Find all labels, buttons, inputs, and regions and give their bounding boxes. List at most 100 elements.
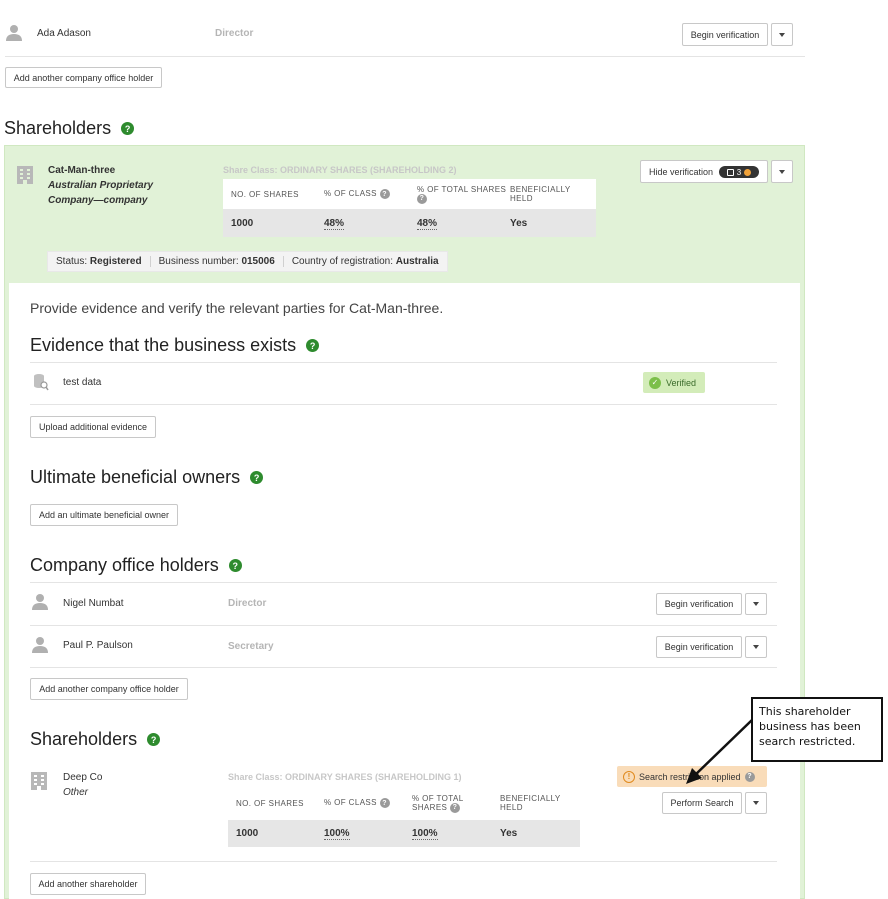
- annotation-line: search restricted.: [759, 735, 856, 748]
- share-class-label: Share Class: ORDINARY SHARES (SHAREHOLDI…: [228, 772, 462, 782]
- divider: [30, 582, 777, 583]
- ubo-heading: Ultimate beneficial owners ?: [30, 467, 264, 488]
- shares-table: NO. OF SHARES % OF CLASS ? % OF TOTAL SH…: [223, 179, 596, 237]
- status-item: Status: Registered: [48, 256, 151, 267]
- share-class-label: Share Class: ORDINARY SHARES (SHAREHOLDI…: [223, 165, 457, 175]
- hide-verification-button[interactable]: Hide verification 3: [640, 160, 768, 183]
- officer-role: Secretary: [228, 641, 274, 652]
- annotation-arrow: [686, 719, 753, 784]
- search-icon: [744, 168, 752, 176]
- cell-pct-of-class[interactable]: 100%: [324, 828, 350, 840]
- divider: [30, 861, 777, 862]
- add-office-holder-button[interactable]: Add another company office holder: [5, 67, 162, 88]
- cell-pct-of-total[interactable]: 48%: [417, 217, 438, 230]
- share-class-block: Share Class: ORDINARY SHARES (SHAREHOLDI…: [223, 165, 596, 237]
- shareholder-type-line2: Company—company: [48, 195, 148, 206]
- checklist-icon: [726, 168, 734, 176]
- cell-no-of-shares: 1000: [231, 217, 254, 229]
- office-holders-heading: Company office holders ?: [30, 555, 242, 576]
- annotation-line: This shareholder: [759, 705, 851, 718]
- begin-verification-button[interactable]: Begin verification: [656, 593, 742, 615]
- divider: [5, 56, 805, 57]
- col-pct-of-class: % OF CLASS ?: [324, 798, 412, 808]
- col-no-of-shares: NO. OF SHARES: [231, 189, 299, 199]
- person-icon: [6, 25, 22, 41]
- col-beneficially-held: BENEFICIALLY HELD: [500, 794, 561, 812]
- officer-name: Nigel Numbat: [63, 598, 124, 609]
- verified-label: Verified: [666, 377, 697, 388]
- officer-name: Ada Adason: [37, 28, 91, 39]
- shareholders-heading: Shareholders ?: [30, 729, 161, 750]
- business-number-item: Business number: 015006: [151, 256, 284, 267]
- add-ubo-button[interactable]: Add an ultimate beneficial owner: [30, 504, 178, 526]
- divider: [30, 667, 777, 668]
- perform-search-button[interactable]: Perform Search: [662, 792, 742, 814]
- shareholder-type: Other: [63, 787, 89, 798]
- help-icon[interactable]: ?: [147, 733, 161, 746]
- annotation-callout: This shareholder business has been searc…: [751, 697, 883, 762]
- add-office-holder-button[interactable]: Add another company office holder: [30, 678, 188, 700]
- verification-dropdown-button[interactable]: [771, 23, 793, 46]
- upload-evidence-button[interactable]: Upload additional evidence: [30, 416, 156, 438]
- share-class-block: Share Class: ORDINARY SHARES (SHAREHOLDI…: [228, 772, 580, 847]
- shareholders-heading: Shareholders ?: [4, 118, 135, 139]
- help-icon[interactable]: ?: [228, 559, 242, 572]
- office-holders-title: Company office holders: [30, 555, 219, 575]
- help-icon[interactable]: ?: [121, 122, 135, 135]
- cell-beneficially-held: Yes: [510, 217, 528, 229]
- help-icon[interactable]: ?: [250, 471, 264, 484]
- shareholders-title: Shareholders: [4, 118, 112, 138]
- badge-count: 3: [736, 167, 742, 177]
- begin-verification-button[interactable]: Begin verification: [656, 636, 742, 658]
- help-icon[interactable]: ?: [379, 798, 390, 808]
- col-pct-of-total: % OF TOTAL SHARES ?: [417, 184, 507, 204]
- help-icon[interactable]: ?: [417, 193, 427, 204]
- evidence-heading: Evidence that the business exists ?: [30, 335, 320, 356]
- country-item: Country of registration: Australia: [291, 256, 439, 267]
- table-row: 1000 48% 48% Yes: [223, 209, 596, 237]
- help-icon[interactable]: ?: [306, 339, 320, 352]
- shareholder-type-line1: Australian Proprietary: [48, 180, 154, 191]
- divider: [30, 362, 777, 363]
- shares-table: NO. OF SHARES % OF CLASS ? % OF TOTAL SH…: [228, 786, 580, 847]
- evidence-title: Evidence that the business exists: [30, 335, 297, 355]
- officer-name: Paul P. Paulson: [63, 640, 133, 651]
- officer-role: Director: [228, 598, 267, 609]
- ubo-title: Ultimate beneficial owners: [30, 467, 241, 487]
- col-pct-of-class: % OF CLASS ?: [324, 189, 417, 199]
- cell-no-of-shares: 1000: [236, 828, 259, 839]
- database-search-icon: [34, 374, 49, 391]
- divider: [30, 625, 777, 626]
- cell-pct-of-total[interactable]: 100%: [412, 828, 438, 840]
- help-icon[interactable]: ?: [379, 189, 390, 199]
- officer-role: Director: [215, 28, 254, 39]
- shareholders-title: Shareholders: [30, 729, 138, 749]
- verification-dropdown-button[interactable]: [745, 593, 767, 615]
- col-no-of-shares: NO. OF SHARES: [236, 798, 304, 808]
- cell-beneficially-held: Yes: [500, 828, 518, 839]
- shareholder-name: Cat-Man-three: [48, 165, 116, 176]
- shares-table-header: NO. OF SHARES % OF CLASS ? % OF TOTAL SH…: [228, 786, 580, 820]
- person-icon: [32, 637, 48, 653]
- begin-verification-button[interactable]: Begin verification: [682, 23, 768, 46]
- warning-search-icon: !: [623, 770, 635, 783]
- verification-status-badge: 3: [719, 166, 759, 178]
- annotation-line: business has been: [759, 720, 861, 733]
- hide-verification-label: Hide verification: [649, 166, 714, 177]
- verified-badge: ✓ Verified: [643, 372, 705, 393]
- building-icon: [31, 772, 47, 790]
- search-dropdown-button[interactable]: [745, 792, 767, 814]
- status-bar: Status: Registered Business number: 0150…: [47, 251, 448, 272]
- shares-table-header: NO. OF SHARES % OF CLASS ? % OF TOTAL SH…: [223, 179, 596, 209]
- shareholder-name: Deep Co: [63, 772, 103, 783]
- verification-dropdown-button[interactable]: [745, 636, 767, 658]
- building-icon: [17, 166, 33, 184]
- verification-dropdown-button[interactable]: [771, 160, 793, 183]
- cell-pct-of-class[interactable]: 48%: [324, 217, 345, 230]
- divider: [30, 404, 777, 405]
- person-icon: [32, 594, 48, 610]
- evidence-item-name[interactable]: test data: [63, 377, 101, 388]
- help-icon[interactable]: ?: [449, 802, 460, 813]
- col-beneficially-held: BENEFICIALLY HELD: [510, 185, 571, 203]
- add-shareholder-button[interactable]: Add another shareholder: [30, 873, 146, 895]
